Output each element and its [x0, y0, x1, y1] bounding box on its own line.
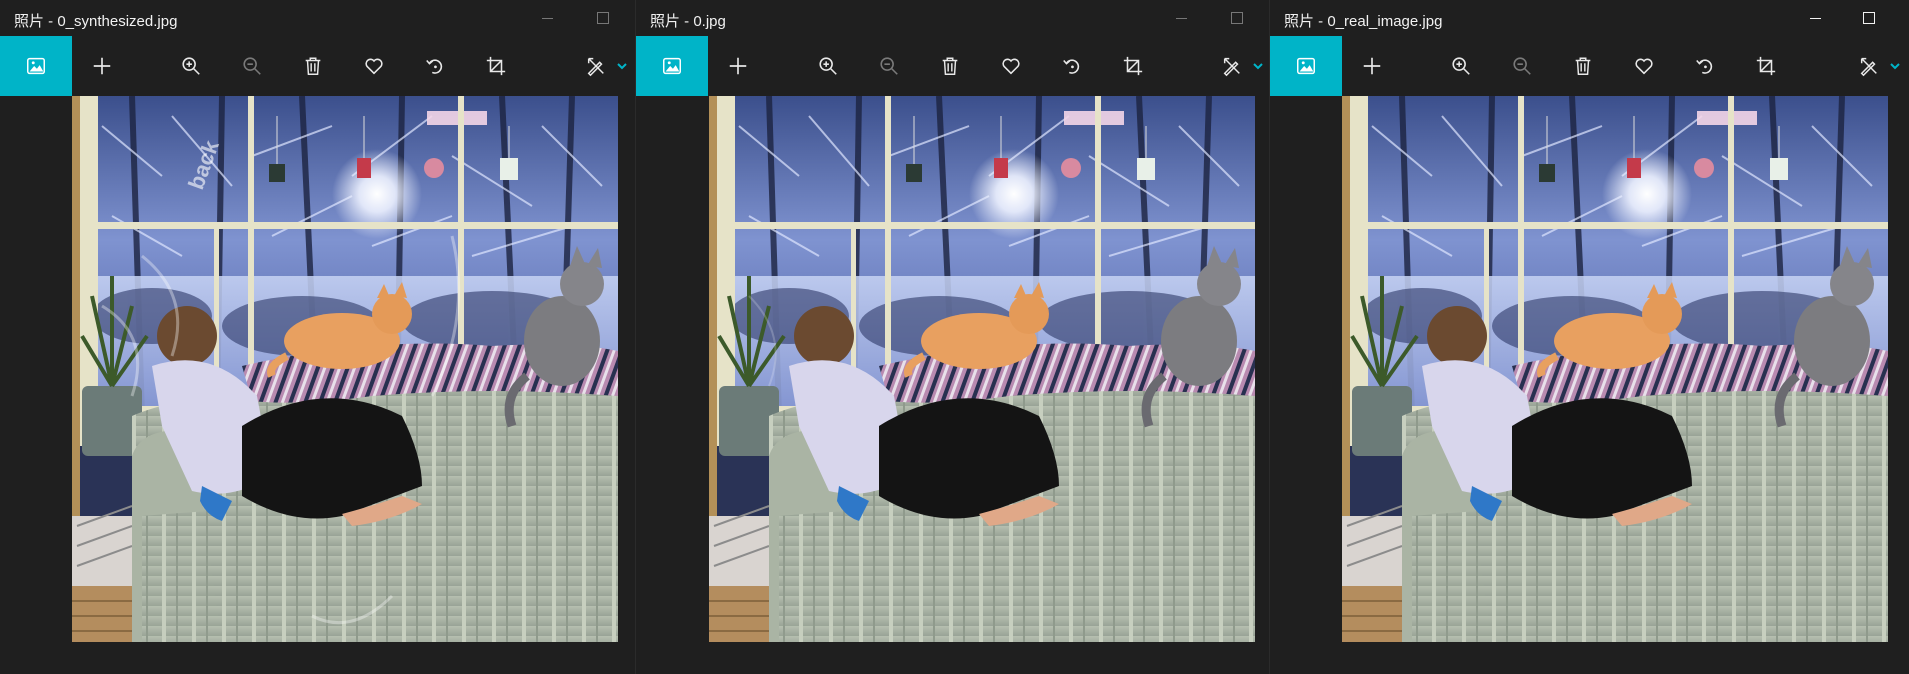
image-viewer[interactable] — [1342, 96, 1888, 642]
zoom-out-icon — [1513, 57, 1531, 75]
edit-icon — [587, 57, 604, 77]
photo-view-button[interactable] — [636, 36, 708, 96]
delete-button[interactable] — [1553, 36, 1613, 96]
maximize-icon — [1231, 12, 1243, 24]
photo-view-button[interactable] — [1270, 36, 1342, 96]
zoom-out-icon — [880, 57, 898, 75]
add-icon — [729, 57, 747, 75]
photo-icon — [663, 57, 681, 75]
add-button[interactable] — [1342, 36, 1402, 96]
minimize-icon — [1175, 17, 1187, 19]
photo-image — [709, 96, 1255, 642]
toolbar — [636, 36, 1269, 96]
maximize-button[interactable] — [1846, 4, 1892, 32]
title-bar: 照片 - 0.jpg — [636, 0, 1269, 36]
zoom-in-icon — [182, 57, 200, 75]
window-title: 照片 - 0.jpg — [650, 13, 726, 30]
delete-icon — [305, 57, 321, 75]
zoom-in-button[interactable] — [161, 36, 221, 96]
crop-button[interactable] — [466, 36, 526, 96]
delete-icon — [942, 57, 958, 75]
maximize-icon — [1863, 12, 1875, 24]
minimize-button[interactable] — [1792, 4, 1838, 32]
zoom-out-button[interactable] — [222, 36, 282, 96]
photo-icon — [1297, 57, 1315, 75]
edit-icon — [1223, 57, 1240, 77]
edit-draw-button[interactable] — [1202, 36, 1263, 96]
edit-draw-button[interactable] — [1839, 36, 1900, 96]
window-title: 照片 - 0_synthesized.jpg — [14, 13, 178, 30]
photos-window-1: 照片 - 0_synthesized.jpg back — [0, 0, 636, 674]
favorite-button[interactable] — [981, 36, 1041, 96]
favorite-button[interactable] — [344, 36, 404, 96]
zoom-in-button[interactable] — [798, 36, 858, 96]
crop-button[interactable] — [1103, 36, 1163, 96]
rotate-icon — [1063, 59, 1080, 74]
crop-icon — [1756, 56, 1776, 76]
photo-image: back — [72, 96, 618, 642]
image-viewer[interactable]: back — [72, 96, 618, 642]
zoom-in-icon — [819, 57, 837, 75]
toolbar — [0, 36, 635, 96]
minimize-icon — [541, 17, 553, 19]
maximize-button[interactable] — [1214, 4, 1260, 32]
crop-icon — [1123, 56, 1143, 76]
photo-view-button[interactable] — [0, 36, 72, 96]
chevron-down-icon — [617, 63, 627, 70]
delete-button[interactable] — [283, 36, 343, 96]
rotate-button[interactable] — [1042, 36, 1102, 96]
minimize-button[interactable] — [524, 4, 570, 32]
heart-icon — [1635, 58, 1653, 75]
zoom-in-icon — [1452, 57, 1470, 75]
crop-button[interactable] — [1736, 36, 1796, 96]
rotate-button[interactable] — [1675, 36, 1735, 96]
edit-draw-button[interactable] — [566, 36, 627, 96]
chevron-down-icon — [1253, 63, 1263, 70]
chevron-down-icon — [1890, 63, 1900, 70]
add-icon — [93, 57, 111, 75]
zoom-out-button[interactable] — [1492, 36, 1552, 96]
rotate-button[interactable] — [405, 36, 465, 96]
minimize-button[interactable] — [1158, 4, 1204, 32]
maximize-icon — [597, 12, 609, 24]
title-bar: 照片 - 0_real_image.jpg — [1270, 0, 1909, 36]
zoom-out-button[interactable] — [859, 36, 919, 96]
zoom-out-icon — [243, 57, 261, 75]
delete-button[interactable] — [920, 36, 980, 96]
delete-icon — [1575, 57, 1591, 75]
photo-image — [1342, 96, 1888, 642]
image-viewer[interactable] — [709, 96, 1255, 642]
rotate-icon — [426, 59, 443, 74]
window-title: 照片 - 0_real_image.jpg — [1284, 13, 1443, 30]
title-bar: 照片 - 0_synthesized.jpg — [0, 0, 635, 36]
add-button[interactable] — [708, 36, 768, 96]
heart-icon — [365, 58, 383, 75]
add-button[interactable] — [72, 36, 132, 96]
minimize-icon — [1809, 17, 1821, 19]
photos-window-3: 照片 - 0_real_image.jpg — [1270, 0, 1909, 674]
add-icon — [1363, 57, 1381, 75]
crop-icon — [486, 56, 506, 76]
edit-icon — [1860, 57, 1877, 77]
favorite-button[interactable] — [1614, 36, 1674, 96]
maximize-button[interactable] — [580, 4, 626, 32]
photo-icon — [27, 57, 45, 75]
photos-window-2: 照片 - 0.jpg — [636, 0, 1270, 674]
zoom-in-button[interactable] — [1431, 36, 1491, 96]
toolbar — [1270, 36, 1909, 96]
heart-icon — [1002, 58, 1020, 75]
rotate-icon — [1696, 59, 1713, 74]
